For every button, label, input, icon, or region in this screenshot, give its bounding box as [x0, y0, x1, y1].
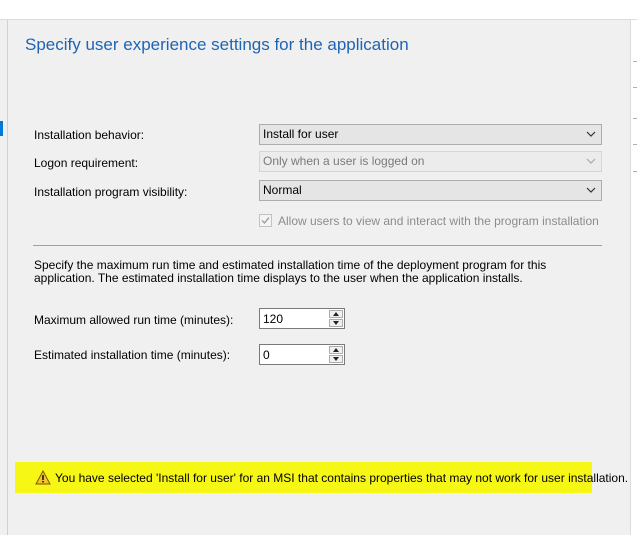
selected-step-indicator: [0, 121, 3, 136]
logon-requirement-value: Only when a user is logged on: [263, 154, 425, 168]
page-title: Specify user experience settings for the…: [25, 35, 409, 54]
arrow-down-icon: [333, 321, 339, 325]
program-visibility-value: Normal: [263, 183, 302, 197]
chevron-down-icon: [586, 131, 596, 137]
logon-requirement-label: Logon requirement:: [34, 156, 139, 170]
window-top-strip: [0, 0, 637, 19]
section-divider: [33, 245, 602, 246]
warning-icon: [35, 470, 51, 485]
chevron-down-icon: [586, 187, 596, 193]
max-run-time-input[interactable]: [260, 309, 331, 328]
installation-behavior-label: Installation behavior:: [34, 128, 145, 142]
max-run-time-stepper[interactable]: [259, 308, 345, 329]
logon-requirement-select: Only when a user is logged on: [259, 151, 602, 172]
arrow-down-icon: [333, 357, 339, 361]
estimated-time-increment[interactable]: [329, 346, 343, 354]
installation-behavior-value: Install for user: [263, 127, 339, 141]
left-pane-border: [7, 20, 8, 535]
warning-bar: You have selected 'Install for user' for…: [15, 462, 628, 493]
allow-interact-checkbox: [259, 214, 272, 227]
arrow-up-icon: [333, 312, 339, 316]
max-run-time-increment[interactable]: [329, 310, 343, 318]
program-visibility-label: Installation program visibility:: [34, 185, 188, 199]
estimated-time-stepper[interactable]: [259, 344, 345, 365]
checkmark-icon: [261, 217, 270, 225]
allow-interact-label: Allow users to view and interact with th…: [278, 214, 599, 228]
arrow-up-icon: [333, 348, 339, 352]
runtime-description: Specify the maximum run time and estimat…: [34, 258, 547, 285]
estimated-time-label: Estimated installation time (minutes):: [34, 348, 231, 362]
max-run-time-decrement[interactable]: [329, 319, 343, 327]
installation-behavior-select[interactable]: Install for user: [259, 124, 602, 145]
estimated-time-input[interactable]: [260, 345, 331, 364]
warning-message: You have selected 'Install for user' for…: [55, 471, 629, 485]
program-visibility-select[interactable]: Normal: [259, 180, 602, 201]
max-run-time-label: Maximum allowed run time (minutes):: [34, 313, 234, 327]
chevron-down-icon: [586, 158, 596, 164]
top-divider: [0, 19, 637, 20]
right-pane-edge: [630, 20, 637, 535]
estimated-time-decrement[interactable]: [329, 355, 343, 363]
